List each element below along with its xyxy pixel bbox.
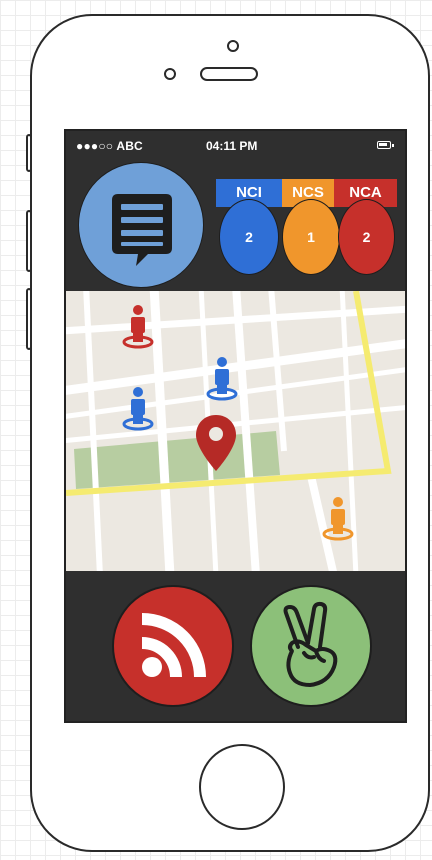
carrier-signal: ●●●○○ ABC xyxy=(76,139,143,153)
location-pin-icon[interactable] xyxy=(194,413,238,475)
front-camera xyxy=(227,40,239,52)
rss-feed-button[interactable] xyxy=(112,585,234,707)
chat-list-icon xyxy=(112,194,172,266)
person-marker-blue[interactable] xyxy=(202,351,242,401)
status-bar: ●●●○○ ABC 04:11 PM xyxy=(66,131,405,159)
mute-switch xyxy=(26,134,32,172)
peace-hand-icon xyxy=(283,601,338,687)
proximity-sensor xyxy=(164,68,176,80)
earpiece-speaker xyxy=(200,67,258,81)
category-count-nca[interactable]: 2 xyxy=(338,199,395,275)
battery-icon xyxy=(377,141,394,149)
category-count-nci[interactable]: 2 xyxy=(219,199,279,275)
volume-up-button xyxy=(26,210,32,272)
chat-button[interactable] xyxy=(78,162,204,288)
person-marker-red[interactable] xyxy=(118,299,158,349)
status-time: 04:11 PM xyxy=(206,139,258,153)
volume-down-button xyxy=(26,288,32,350)
person-marker-blue[interactable] xyxy=(118,381,158,431)
app-screen: ●●●○○ ABC 04:11 PM NCI NCS NCA 2 1 2 xyxy=(64,129,407,723)
person-marker-orange[interactable] xyxy=(318,491,358,541)
map-view[interactable] xyxy=(66,291,405,571)
home-button[interactable] xyxy=(199,744,285,830)
peace-button[interactable] xyxy=(250,585,372,707)
rss-feed-icon xyxy=(141,613,206,678)
category-count-ncs[interactable]: 1 xyxy=(282,199,340,275)
